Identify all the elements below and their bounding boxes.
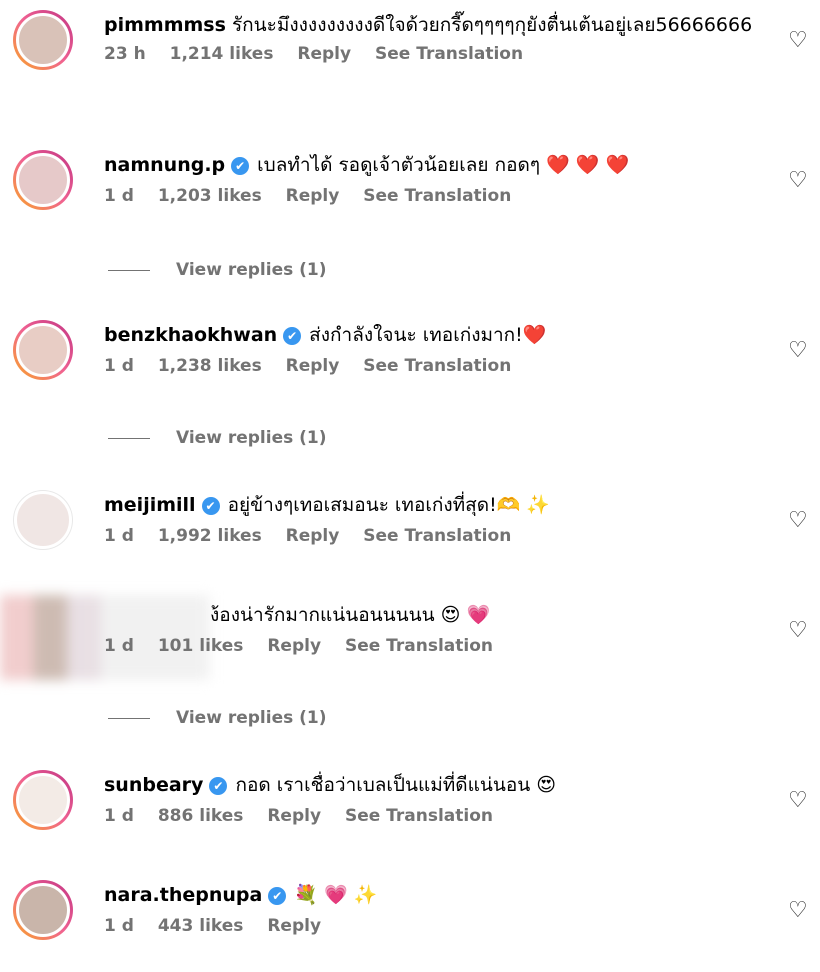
reply-button[interactable]: Reply [286, 356, 340, 376]
comment-content: อยู่ข้างๆเทอเสมอนะ เทอเก่งที่สุด!🫶 ✨ [227, 494, 551, 516]
time-label: 1 d [104, 636, 134, 656]
reply-button[interactable]: Reply [267, 916, 321, 936]
avatar[interactable] [13, 770, 73, 830]
username-link[interactable]: sunbeary [104, 774, 203, 796]
verified-badge-icon: ✔ [283, 327, 302, 345]
time-label: 1 d [104, 526, 134, 546]
see-translation-button[interactable]: See Translation [345, 636, 493, 656]
see-translation-button[interactable]: See Translation [363, 526, 511, 546]
comment-text: namnung.p ✔ เบลทำได้ รอดูเจ้าตัวน้อยเลย กอ… [104, 150, 764, 180]
reply-button[interactable]: Reply [267, 806, 321, 826]
username-link[interactable]: benzkhaokhwan [104, 324, 277, 346]
verified-badge-icon: ✔ [231, 157, 250, 175]
heart-outline-icon[interactable]: ♡ [788, 900, 808, 922]
comment-meta: 23 h 1,214 likes Reply See Translation [104, 44, 764, 64]
see-translation-button[interactable]: See Translation [363, 356, 511, 376]
likes-count[interactable]: 101 likes [158, 636, 244, 656]
view-replies-button[interactable]: View replies (1) [108, 260, 327, 280]
reply-button[interactable]: Reply [286, 526, 340, 546]
comment-text: pimmmmss รักนะมึงงงงงงงงงดีใจด้วยกรี๊ดๆๆๆ… [104, 10, 764, 40]
reply-button[interactable]: Reply [267, 636, 321, 656]
heart-outline-icon[interactable]: ♡ [788, 340, 808, 362]
see-translation-button[interactable]: See Translation [375, 44, 523, 64]
comment-text: ง้องน่ารักมากแน่นอนนนนน 😍 💗 [104, 600, 764, 630]
see-translation-button[interactable]: See Translation [345, 806, 493, 826]
replies-divider [108, 437, 150, 439]
likes-count[interactable]: 886 likes [158, 806, 244, 826]
comment-meta: 1 d 1,992 likes Reply See Translation [104, 526, 764, 546]
comment-meta: 1 d 1,238 likes Reply See Translation [104, 356, 764, 376]
time-label: 1 d [104, 806, 134, 826]
avatar[interactable] [13, 320, 73, 380]
avatar[interactable] [13, 150, 73, 210]
time-label: 23 h [104, 44, 146, 64]
time-label: 1 d [104, 186, 134, 206]
likes-count[interactable]: 443 likes [158, 916, 244, 936]
comment-text: nara.thepnupa ✔ 💐 💗 ✨ [104, 880, 764, 910]
comment-content: กอด เราเชื่อว่าเบลเป็นแม่ที่ดีแน่นอน 😍 [235, 774, 557, 796]
likes-count[interactable]: 1,238 likes [158, 356, 262, 376]
reply-button[interactable]: Reply [286, 186, 340, 206]
see-translation-button[interactable]: See Translation [363, 186, 511, 206]
comment-meta: 1 d 886 likes Reply See Translation [104, 806, 764, 826]
username-link[interactable]: meijimill [104, 494, 196, 516]
reply-button[interactable]: Reply [297, 44, 351, 64]
avatar[interactable] [13, 10, 73, 70]
avatar[interactable] [13, 880, 73, 940]
comment-text: sunbeary ✔ กอด เราเชื่อว่าเบลเป็นแม่ที่ดีแ… [104, 770, 764, 800]
comment-content: เบลทำได้ รอดูเจ้าตัวน้อยเลย กอดๆ ❤️ ❤️ ❤… [257, 154, 630, 176]
comment-meta: 1 d 1,203 likes Reply See Translation [104, 186, 764, 206]
view-replies-button[interactable]: View replies (1) [108, 708, 327, 728]
comment-text: meijimill ✔ อยู่ข้างๆเทอเสมอนะ เทอเก่งที่ส… [104, 490, 764, 520]
username-link[interactable]: namnung.p [104, 154, 225, 176]
comment-text: benzkhaokhwan ✔ ส่งกำลังใจนะ เทอเก่งมาก!❤️ [104, 320, 764, 350]
avatar[interactable] [13, 490, 73, 550]
heart-outline-icon[interactable]: ♡ [788, 620, 808, 642]
username-link[interactable]: nara.thepnupa [104, 884, 262, 906]
comment-content: ส่งกำลังใจนะ เทอเก่งมาก!❤️ [309, 324, 547, 346]
heart-outline-icon[interactable]: ♡ [788, 30, 808, 52]
replies-divider [108, 269, 150, 271]
username-link[interactable]: pimmmmss [104, 14, 226, 36]
comment-content: 💐 💗 ✨ [294, 884, 378, 906]
view-replies-button[interactable]: View replies (1) [108, 428, 327, 448]
verified-badge-icon: ✔ [209, 777, 228, 795]
heart-outline-icon[interactable]: ♡ [788, 790, 808, 812]
view-replies-label: View replies (1) [176, 708, 327, 728]
view-replies-label: View replies (1) [176, 428, 327, 448]
heart-outline-icon[interactable]: ♡ [788, 510, 808, 532]
time-label: 1 d [104, 916, 134, 936]
heart-outline-icon[interactable]: ♡ [788, 170, 808, 192]
time-label: 1 d [104, 356, 134, 376]
comment-content: ง้องน่ารักมากแน่นอนนนนน 😍 💗 [210, 604, 491, 626]
likes-count[interactable]: 1,214 likes [170, 44, 274, 64]
view-replies-label: View replies (1) [176, 260, 327, 280]
verified-badge-icon: ✔ [268, 887, 287, 905]
replies-divider [108, 717, 150, 719]
comment-content: รักนะมึงงงงงงงงงดีใจด้วยกรี๊ดๆๆๆๆกุยังตื… [231, 14, 753, 36]
comment-meta: 1 d 443 likes Reply [104, 916, 764, 936]
likes-count[interactable]: 1,992 likes [158, 526, 262, 546]
verified-badge-icon: ✔ [201, 497, 220, 515]
likes-count[interactable]: 1,203 likes [158, 186, 262, 206]
comment-meta: 1 d 101 likes Reply See Translation [104, 636, 764, 656]
